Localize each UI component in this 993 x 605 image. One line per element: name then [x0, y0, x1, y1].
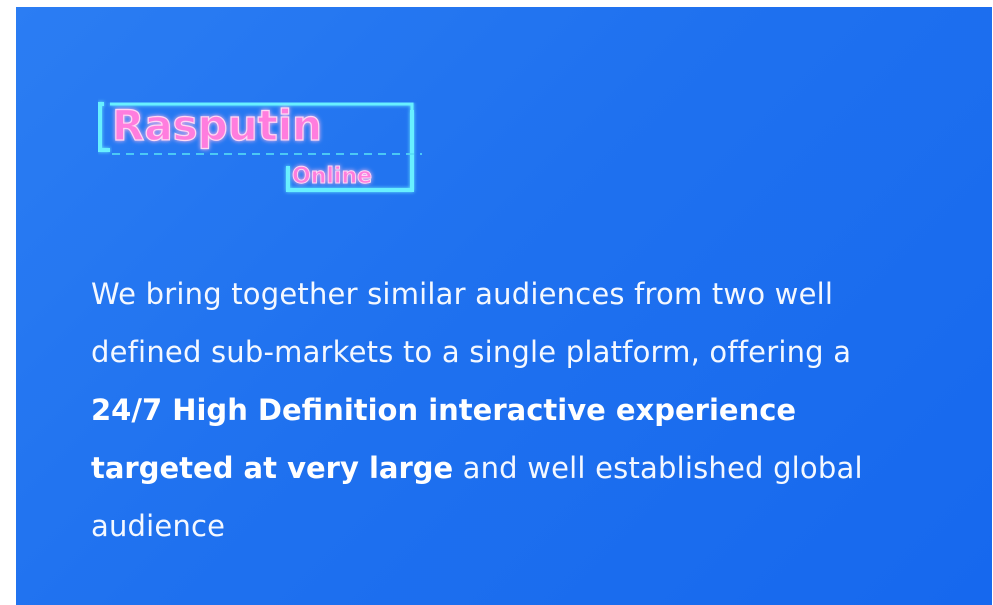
rasputin-online-logo[interactable]: Rasputin Online: [92, 92, 426, 197]
logo-word-rasputin: Rasputin: [112, 101, 322, 150]
logo-word-online: Online: [292, 164, 372, 189]
description-paragraph: We bring together similar audiences from…: [91, 265, 931, 555]
hero-card: Rasputin Online We bring together simila…: [16, 7, 992, 605]
description-text-start: We bring together similar audiences from…: [91, 277, 852, 369]
logo-graphic: Rasputin Online: [98, 100, 422, 196]
